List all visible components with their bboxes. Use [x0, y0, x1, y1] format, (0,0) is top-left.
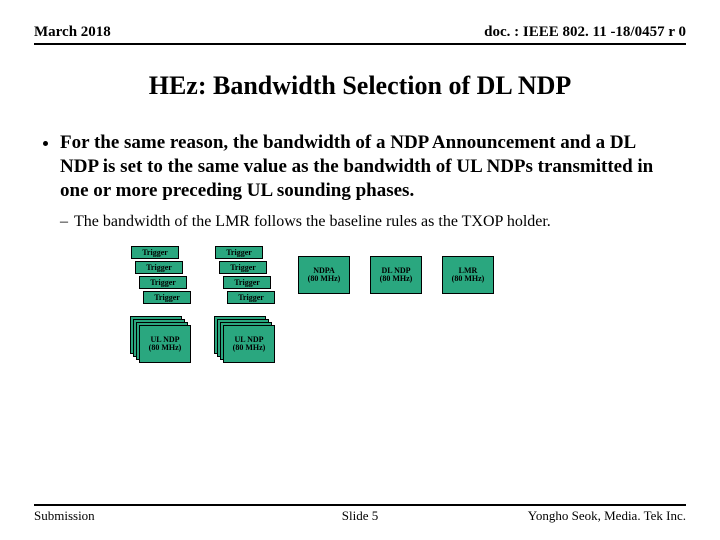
- header-date: March 2018: [34, 24, 111, 41]
- bullet-list: For the same reason, the bandwidth of a …: [60, 131, 686, 202]
- dl-row: NDPA (80 MHz) DL NDP (80 MHz) LMR (80 MH…: [298, 256, 494, 294]
- header-doc: doc. : IEEE 802. 11 -18/0457 r 0: [484, 24, 686, 41]
- trigger-box: Trigger: [135, 261, 183, 274]
- trigger-stack-2: Trigger Trigger Trigger Trigger: [215, 246, 275, 306]
- ulndp-stack-2: UL NDP (80 MHz): [214, 316, 276, 362]
- page-title: HEz: Bandwidth Selection of DL NDP: [34, 71, 686, 101]
- trigger-box: Trigger: [219, 261, 267, 274]
- header: March 2018 doc. : IEEE 802. 11 -18/0457 …: [34, 24, 686, 45]
- trigger-box: Trigger: [215, 246, 263, 259]
- diagram: Trigger Trigger Trigger Trigger UL NDP (…: [34, 246, 686, 362]
- ulndp-stack-1: UL NDP (80 MHz): [130, 316, 192, 362]
- trigger-box: Trigger: [131, 246, 179, 259]
- ulndp-box: UL NDP (80 MHz): [139, 325, 191, 363]
- footer-slide: Slide 5: [34, 508, 686, 524]
- trigger-box: Trigger: [139, 276, 187, 289]
- trigger-box: Trigger: [227, 291, 275, 304]
- footer: Submission Slide 5 Yongho Seok, Media. T…: [34, 504, 686, 524]
- ndpa-box: NDPA (80 MHz): [298, 256, 350, 294]
- trigger-box: Trigger: [223, 276, 271, 289]
- phase-1: Trigger Trigger Trigger Trigger UL NDP (…: [130, 246, 192, 362]
- bullet-1: For the same reason, the bandwidth of a …: [60, 131, 686, 202]
- dlndp-box: DL NDP (80 MHz): [370, 256, 422, 294]
- ulndp-box: UL NDP (80 MHz): [223, 325, 275, 363]
- trigger-stack-1: Trigger Trigger Trigger Trigger: [131, 246, 191, 306]
- lmr-box: LMR (80 MHz): [442, 256, 494, 294]
- phase-2: Trigger Trigger Trigger Trigger UL NDP (…: [214, 246, 276, 362]
- subbullet-1: –The bandwidth of the LMR follows the ba…: [74, 212, 686, 232]
- trigger-box: Trigger: [143, 291, 191, 304]
